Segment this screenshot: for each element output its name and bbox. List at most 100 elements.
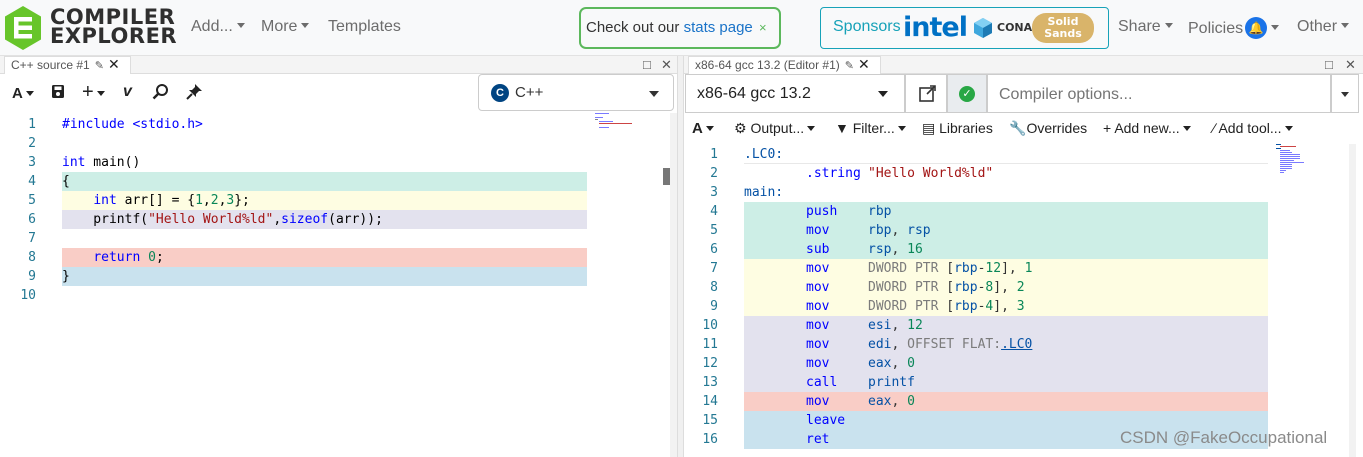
chevron-down-icon — [705, 126, 714, 131]
asm-line[interactable]: mov eax, 0 — [744, 392, 915, 411]
source-line[interactable]: } — [62, 267, 70, 286]
asm-minimap[interactable] — [1274, 144, 1344, 178]
source-scrollbar[interactable] — [670, 113, 677, 457]
more-menu[interactable]: More — [261, 18, 310, 36]
line-number: 4 — [710, 204, 718, 219]
asm-line[interactable]: mov edi, OFFSET FLAT:.LC0 — [744, 335, 1032, 354]
magnify-icon — [152, 84, 168, 100]
compiler-explorer-logo-icon[interactable] — [3, 5, 43, 51]
overrides-button[interactable]: 🔧Overrides — [1009, 120, 1087, 137]
source-line[interactable]: int main() — [62, 153, 140, 172]
asm-line[interactable]: mov esi, 12 — [744, 316, 923, 335]
language-value: C++ — [515, 84, 544, 101]
asm-line[interactable]: mov DWORD PTR [rbp-4], 3 — [744, 297, 1025, 316]
compiler-options-input[interactable]: Compiler options... — [987, 74, 1331, 113]
asm-line[interactable]: mov DWORD PTR [rbp-8], 2 — [744, 278, 1025, 297]
asm-line[interactable]: main: — [744, 183, 783, 202]
solid-sands-logo[interactable]: Solid Sands — [1032, 13, 1094, 43]
tab-compiler[interactable]: x86-64 gcc 13.2 (Editor #1) ✎ ✕ — [688, 56, 881, 74]
add-button[interactable]: + — [82, 82, 105, 102]
source-line[interactable]: int arr[] = {1,2,3}; — [62, 191, 250, 210]
line-number: 5 — [710, 223, 718, 238]
compiler-options-placeholder: Compiler options... — [999, 86, 1133, 103]
asm-line[interactable]: sub rsp, 16 — [744, 240, 923, 259]
stats-page-link[interactable]: stats page — [684, 19, 753, 36]
libraries-button[interactable]: ▤ Libraries — [922, 120, 993, 137]
line-number: 3 — [710, 185, 718, 200]
asm-line[interactable]: call printf — [744, 373, 915, 392]
share-label: Share — [1118, 18, 1161, 35]
bell-icon: 🔔 — [1245, 17, 1268, 39]
sponsors-box[interactable]: Sponsors intel CONAN Solid Sands — [820, 7, 1109, 49]
source-line[interactable]: return 0; — [62, 248, 163, 267]
language-select[interactable]: C C++ — [478, 74, 674, 111]
asm-line[interactable]: mov DWORD PTR [rbp-12], 1 — [744, 259, 1032, 278]
add-new-button[interactable]: + Add new... — [1103, 120, 1191, 136]
line-number: 3 — [28, 155, 36, 170]
gear-icon: ⚙ — [734, 120, 747, 136]
line-number: 4 — [28, 174, 36, 189]
close-icon[interactable]: × — [759, 20, 767, 35]
pin-icon[interactable] — [186, 83, 203, 103]
minimap-preview — [1276, 144, 1304, 173]
compiler-options-dropdown[interactable] — [1331, 74, 1359, 113]
line-number: 6 — [28, 212, 36, 227]
maximize-icon[interactable]: □ — [1325, 57, 1333, 72]
compile-status[interactable]: ✓ — [947, 74, 987, 113]
pencil-icon[interactable]: ✎ — [95, 60, 104, 72]
wrench-icon: 🔧 — [1009, 120, 1027, 136]
line-number: 15 — [702, 413, 718, 428]
filter-button[interactable]: ▼ Filter... — [835, 120, 906, 136]
stats-banner: Check out our stats page × — [579, 7, 781, 49]
maximize-icon[interactable]: □ — [643, 57, 651, 72]
asm-line[interactable]: leave — [744, 411, 868, 430]
popout-button[interactable] — [905, 74, 947, 113]
templates-button[interactable]: Templates — [328, 18, 401, 36]
add-menu[interactable]: Add... — [191, 18, 245, 36]
quick-fix-icon[interactable] — [152, 83, 169, 103]
asm-line[interactable]: .LC0: — [744, 145, 783, 164]
line-number: 12 — [702, 356, 718, 371]
conan-logo-icon[interactable] — [973, 17, 993, 39]
line-number: 14 — [702, 394, 718, 409]
logo-text[interactable]: COMPILER EXPLORER — [50, 7, 178, 48]
line-number: 2 — [710, 166, 718, 181]
close-pane-icon[interactable]: ✕ — [661, 57, 672, 73]
source-line[interactable]: #include <stdio.h> — [62, 115, 203, 134]
assembly-output[interactable]: 1 .LC0: 2 .string "Hello World%ld" 3 main: 4 pus… — [684, 144, 1349, 457]
source-minimap[interactable] — [592, 113, 662, 133]
chevron-down-icon — [25, 91, 34, 96]
pencil-icon[interactable]: ✎ — [845, 60, 854, 72]
close-pane-icon[interactable]: ✕ — [1345, 57, 1356, 73]
line-number: 16 — [702, 432, 718, 447]
source-line[interactable]: printf("Hello World%ld",sizeof(arr)); — [62, 210, 383, 229]
add-tool-button[interactable]: ∕ Add tool... — [1213, 120, 1293, 136]
line-number: 5 — [28, 193, 36, 208]
close-icon[interactable]: ✕ — [858, 56, 870, 72]
output-button[interactable]: ⚙ Output... — [734, 120, 816, 137]
font-size-button[interactable]: A — [12, 85, 34, 102]
chevron-down-icon — [301, 23, 310, 28]
vim-mode-icon[interactable]: v — [123, 83, 132, 101]
share-menu[interactable]: Share — [1118, 18, 1173, 36]
asm-line[interactable]: mov rbp, rsp — [744, 221, 931, 240]
policies-menu[interactable]: Policies 🔔 — [1188, 17, 1280, 39]
logo-line2: EXPLORER — [50, 24, 178, 48]
tab-source[interactable]: C++ source #1 ✎ ✕ — [4, 56, 131, 74]
asm-line[interactable]: .string "Hello World%ld" — [744, 164, 993, 183]
font-size-button[interactable]: A — [692, 120, 714, 137]
source-editor[interactable]: 1 #include <stdio.h> 2 3 int main() 4 {5 int a… — [0, 113, 663, 457]
asm-scrollbar[interactable] — [1349, 144, 1356, 457]
watermark-text: CSDN @FakeOccupational — [1120, 428, 1328, 447]
close-icon[interactable]: ✕ — [108, 56, 120, 72]
asm-line[interactable]: ret — [744, 430, 868, 449]
source-scrollbar-thumb[interactable] — [663, 168, 670, 185]
other-menu[interactable]: Other — [1297, 18, 1350, 36]
asm-line[interactable]: push rbp — [744, 202, 891, 221]
compiler-select[interactable]: x86-64 gcc 13.2 — [685, 74, 905, 113]
save-button[interactable] — [51, 84, 65, 102]
asm-line[interactable]: mov eax, 0 — [744, 354, 915, 373]
intel-logo[interactable]: intel — [903, 12, 968, 43]
add-tool-label: Add tool... — [1218, 120, 1282, 136]
source-line[interactable]: { — [62, 172, 70, 191]
